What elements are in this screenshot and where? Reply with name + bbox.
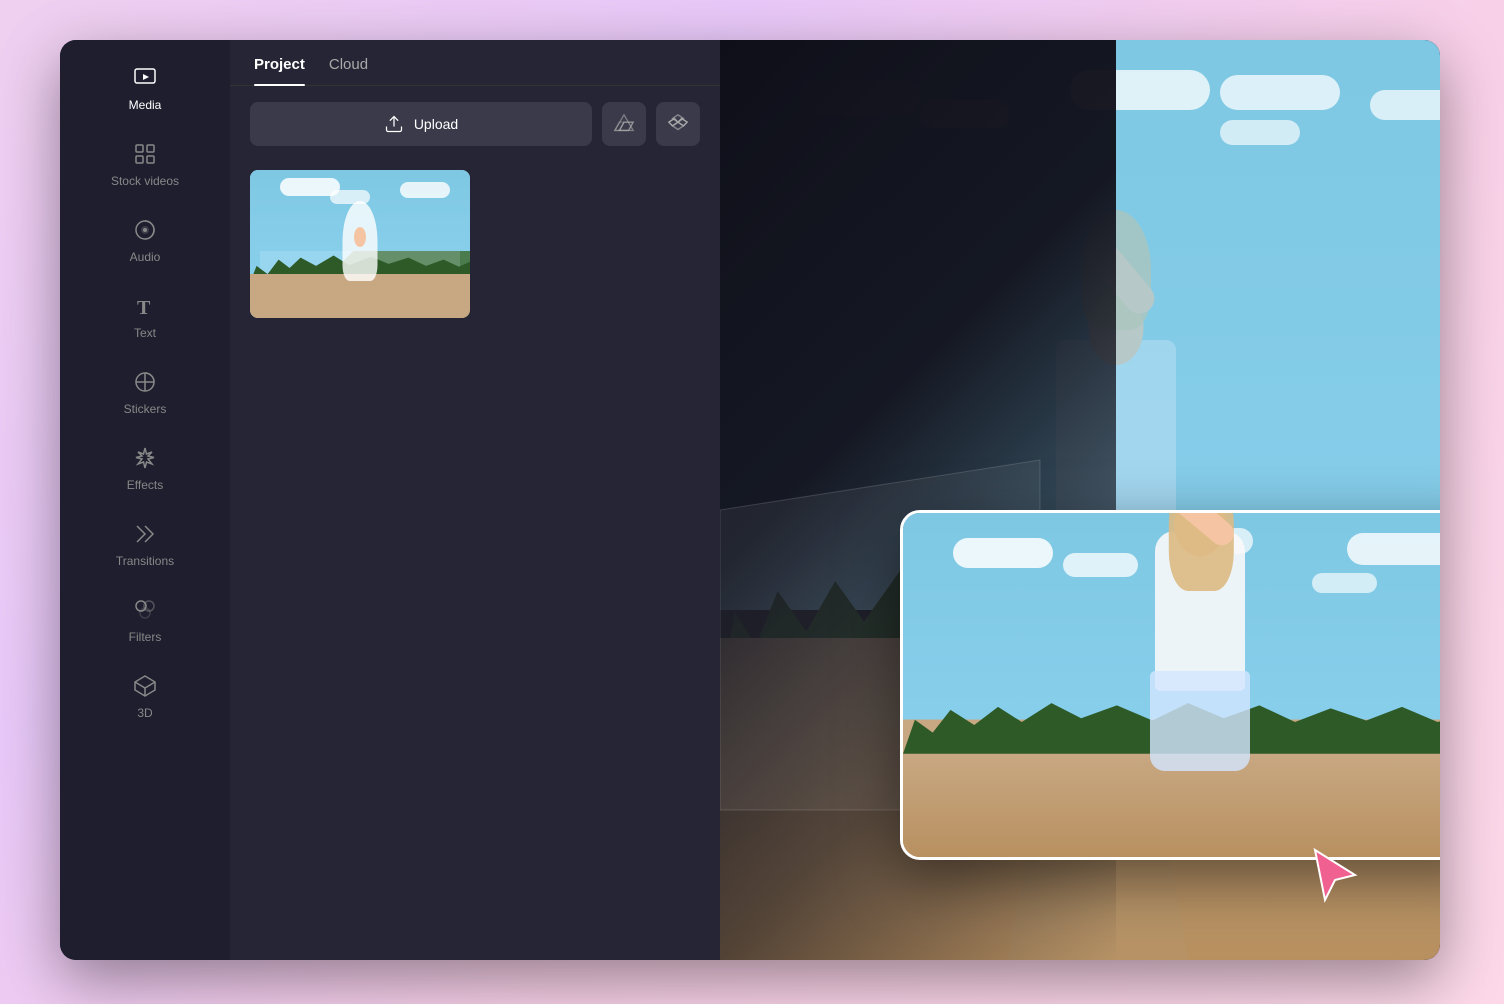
media-grid [230,162,720,326]
upload-icon [384,114,404,134]
sidebar-label-text: Text [134,326,156,340]
sidebar-item-text[interactable]: T Text [60,278,230,354]
sidebar-item-filters[interactable]: Filters [60,582,230,658]
sidebar-item-stock-videos[interactable]: Stock videos [60,126,230,202]
tab-project-label: Project [254,56,305,73]
sidebar: Media Stock videos Audio T Text Stickers [60,40,230,960]
sidebar-label-3d: 3D [137,706,152,720]
sidebar-item-3d[interactable]: 3D [60,658,230,734]
upload-button-label: Upload [414,116,458,132]
effects-icon [131,444,159,472]
tab-project[interactable]: Project [254,40,305,85]
sidebar-label-audio: Audio [130,250,161,264]
thumbnail-image [250,170,470,318]
tab-cloud-label: Cloud [329,56,368,73]
sidebar-item-transitions[interactable]: Transitions [60,506,230,582]
3d-icon [131,672,159,700]
media-icon [131,64,159,92]
dropbox-icon [667,113,689,135]
text-icon: T [131,292,159,320]
zoomed-photo-card [900,510,1440,860]
tab-cloud[interactable]: Cloud [329,40,368,85]
sidebar-item-effects[interactable]: Effects [60,430,230,506]
sidebar-item-audio[interactable]: Audio [60,202,230,278]
upload-button[interactable]: Upload [250,102,592,146]
cursor-icon [1310,845,1360,905]
tabs-header: Project Cloud [230,40,720,86]
google-drive-button[interactable] [602,102,646,146]
sidebar-item-stickers[interactable]: Stickers [60,354,230,430]
sidebar-label-transitions: Transitions [116,554,174,568]
media-panel: Project Cloud Upload [230,40,720,960]
filters-icon [131,596,159,624]
transitions-icon [131,520,159,548]
sidebar-item-media[interactable]: Media [60,50,230,126]
stock-videos-icon [131,140,159,168]
pink-cursor [1310,845,1360,910]
sidebar-label-media: Media [129,98,162,112]
dropbox-button[interactable] [656,102,700,146]
sidebar-label-effects: Effects [127,478,163,492]
upload-row: Upload [230,86,720,162]
audio-icon [131,216,159,244]
stickers-icon [131,368,159,396]
app-container: Media Stock videos Audio T Text Stickers [60,40,1440,960]
sidebar-label-stock-videos: Stock videos [111,174,179,188]
preview-area [720,40,1440,960]
sidebar-label-filters: Filters [129,630,162,644]
google-drive-icon [613,113,635,135]
sidebar-label-stickers: Stickers [124,402,167,416]
media-thumbnail[interactable] [250,170,470,318]
svg-text:T: T [137,297,151,318]
zoomed-photo-image [903,513,1440,857]
